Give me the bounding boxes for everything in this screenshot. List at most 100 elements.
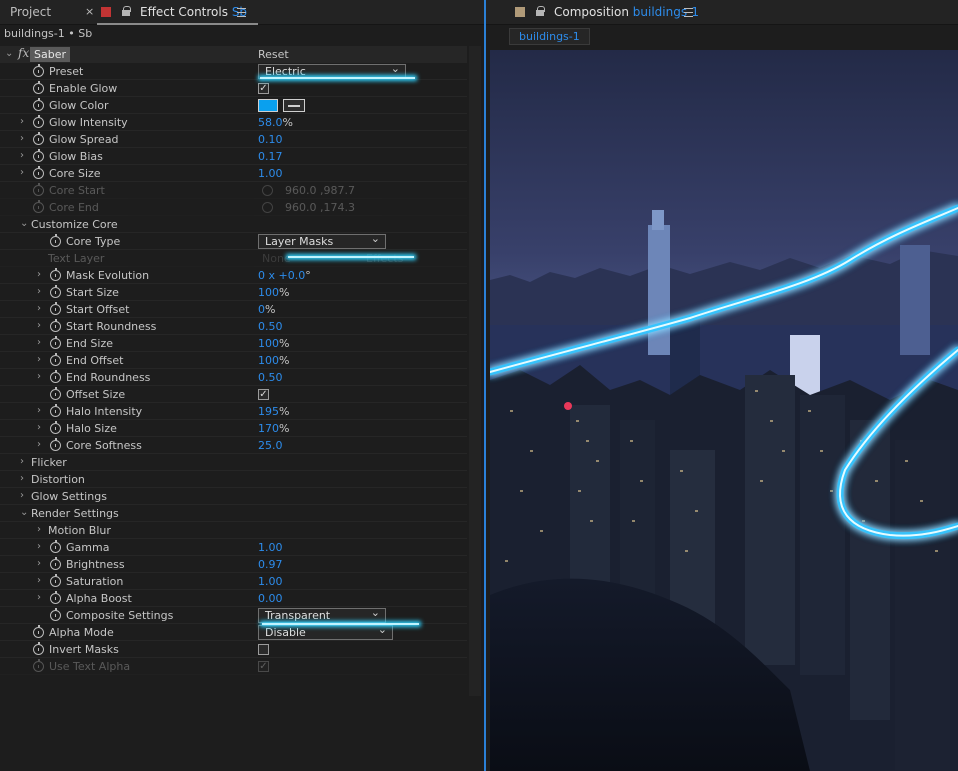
stopwatch-icon[interactable] xyxy=(50,370,61,383)
chevron-right-icon[interactable]: › xyxy=(37,269,45,280)
effect-header-row[interactable]: ⌄ fx Saber Reset xyxy=(0,46,467,63)
chevron-right-icon[interactable]: › xyxy=(37,303,45,314)
glow-spread-value[interactable]: 0.10 xyxy=(258,133,283,146)
end-roundness-value[interactable]: 0.50 xyxy=(258,371,283,384)
close-icon[interactable]: × xyxy=(85,0,94,24)
tab-effect-controls[interactable]: Effect Controls Sb xyxy=(140,0,247,24)
group-motion-blur[interactable]: › Motion Blur xyxy=(0,522,467,539)
chevron-down-icon[interactable]: ⌄ xyxy=(5,48,13,59)
composition-viewer[interactable] xyxy=(490,50,958,771)
glow-intensity-value[interactable]: 58.0% xyxy=(258,116,293,129)
group-flicker[interactable]: › Flicker xyxy=(0,454,467,471)
value[interactable]: 100 xyxy=(258,337,279,350)
stopwatch-icon[interactable] xyxy=(50,557,61,570)
stopwatch-icon[interactable] xyxy=(50,234,61,247)
chevron-right-icon[interactable]: › xyxy=(20,116,28,127)
end-offset-value[interactable]: 100% xyxy=(258,354,289,367)
chevron-right-icon[interactable]: › xyxy=(37,541,45,552)
value[interactable]: 0 x +0.0 xyxy=(258,269,305,282)
chevron-right-icon[interactable]: › xyxy=(20,456,28,467)
end-size-value[interactable]: 100% xyxy=(258,337,289,350)
core-type-dropdown[interactable]: Layer Masks xyxy=(258,232,386,249)
group-distortion[interactable]: › Distortion xyxy=(0,471,467,488)
chevron-right-icon[interactable]: › xyxy=(37,558,45,569)
tab-composition[interactable]: Composition buildings-1 xyxy=(554,0,699,24)
enable-glow-checkbox[interactable]: ✓ xyxy=(258,83,269,94)
chevron-right-icon[interactable]: › xyxy=(37,439,45,450)
value[interactable]: 170 xyxy=(258,422,279,435)
panel-menu-icon[interactable] xyxy=(684,5,693,18)
start-roundness-value[interactable]: 0.50 xyxy=(258,320,283,333)
stopwatch-icon[interactable] xyxy=(50,591,61,604)
chevron-down-icon[interactable]: ⌄ xyxy=(20,507,28,518)
chevron-right-icon[interactable]: › xyxy=(37,422,45,433)
panel-menu-icon[interactable] xyxy=(237,5,246,18)
offset-size-checkbox[interactable]: ✓ xyxy=(258,389,269,400)
scrollbar[interactable] xyxy=(469,46,481,696)
stopwatch-icon[interactable] xyxy=(50,285,61,298)
chevron-right-icon[interactable]: › xyxy=(20,490,28,501)
chevron-right-icon[interactable]: › xyxy=(37,575,45,586)
label-color-swatch[interactable] xyxy=(101,7,111,17)
stopwatch-icon[interactable] xyxy=(33,642,44,655)
alpha-boost-value[interactable]: 0.00 xyxy=(258,592,283,605)
stopwatch-icon[interactable] xyxy=(50,438,61,451)
stopwatch-icon[interactable] xyxy=(50,574,61,587)
stopwatch-icon[interactable] xyxy=(33,64,44,77)
chevron-right-icon[interactable]: › xyxy=(20,473,28,484)
stopwatch-icon[interactable] xyxy=(33,132,44,145)
alpha-mode-dropdown[interactable]: Disable xyxy=(258,623,393,640)
value[interactable]: 0 xyxy=(258,303,265,316)
chevron-right-icon[interactable]: › xyxy=(37,524,45,535)
chevron-right-icon[interactable]: › xyxy=(37,286,45,297)
brightness-value[interactable]: 0.97 xyxy=(258,558,283,571)
glow-bias-value[interactable]: 0.17 xyxy=(258,150,283,163)
value[interactable]: 58.0 xyxy=(258,116,283,129)
core-size-value[interactable]: 1.00 xyxy=(258,167,283,180)
chevron-right-icon[interactable]: › xyxy=(20,167,28,178)
stopwatch-icon[interactable] xyxy=(33,98,44,111)
saturation-value[interactable]: 1.00 xyxy=(258,575,283,588)
group-glow-settings[interactable]: › Glow Settings xyxy=(0,488,467,505)
stopwatch-icon[interactable] xyxy=(50,421,61,434)
group-customize-core[interactable]: ⌄ Customize Core xyxy=(0,216,467,233)
chevron-right-icon[interactable]: › xyxy=(37,405,45,416)
halo-intensity-value[interactable]: 195% xyxy=(258,405,289,418)
stopwatch-icon[interactable] xyxy=(33,81,44,94)
start-offset-value[interactable]: 0% xyxy=(258,303,275,316)
chevron-right-icon[interactable]: › xyxy=(37,354,45,365)
invert-masks-checkbox[interactable] xyxy=(258,644,269,655)
group-render-settings[interactable]: ⌄ Render Settings xyxy=(0,505,467,522)
tab-project[interactable]: Project xyxy=(10,0,51,24)
stopwatch-icon[interactable] xyxy=(50,268,61,281)
start-size-value[interactable]: 100% xyxy=(258,286,289,299)
effect-name[interactable]: Saber xyxy=(30,47,70,62)
fx-icon[interactable]: fx xyxy=(18,46,29,60)
stopwatch-icon[interactable] xyxy=(50,608,61,621)
chevron-right-icon[interactable]: › xyxy=(37,320,45,331)
stopwatch-icon[interactable] xyxy=(50,336,61,349)
stopwatch-icon[interactable] xyxy=(33,625,44,638)
stopwatch-icon[interactable] xyxy=(50,319,61,332)
chevron-right-icon[interactable]: › xyxy=(20,150,28,161)
stopwatch-icon[interactable] xyxy=(50,387,61,400)
value[interactable]: 100 xyxy=(258,354,279,367)
stopwatch-icon[interactable] xyxy=(33,166,44,179)
chevron-down-icon[interactable]: ⌄ xyxy=(20,218,28,229)
stopwatch-icon[interactable] xyxy=(50,404,61,417)
value[interactable]: 100 xyxy=(258,286,279,299)
glow-color-swatch[interactable] xyxy=(258,99,278,112)
chevron-right-icon[interactable]: › xyxy=(20,133,28,144)
gamma-value[interactable]: 1.00 xyxy=(258,541,283,554)
composite-settings-dropdown[interactable]: Transparent xyxy=(258,606,386,623)
stopwatch-icon[interactable] xyxy=(33,149,44,162)
composition-navigator-tab[interactable]: buildings-1 xyxy=(509,28,590,45)
stopwatch-icon[interactable] xyxy=(50,353,61,366)
chevron-right-icon[interactable]: › xyxy=(37,337,45,348)
label-color-swatch[interactable] xyxy=(515,7,525,17)
lock-icon[interactable] xyxy=(122,6,131,16)
stopwatch-icon[interactable] xyxy=(50,302,61,315)
eyedropper-icon[interactable] xyxy=(283,99,305,112)
stopwatch-icon[interactable] xyxy=(50,540,61,553)
value[interactable]: 195 xyxy=(258,405,279,418)
